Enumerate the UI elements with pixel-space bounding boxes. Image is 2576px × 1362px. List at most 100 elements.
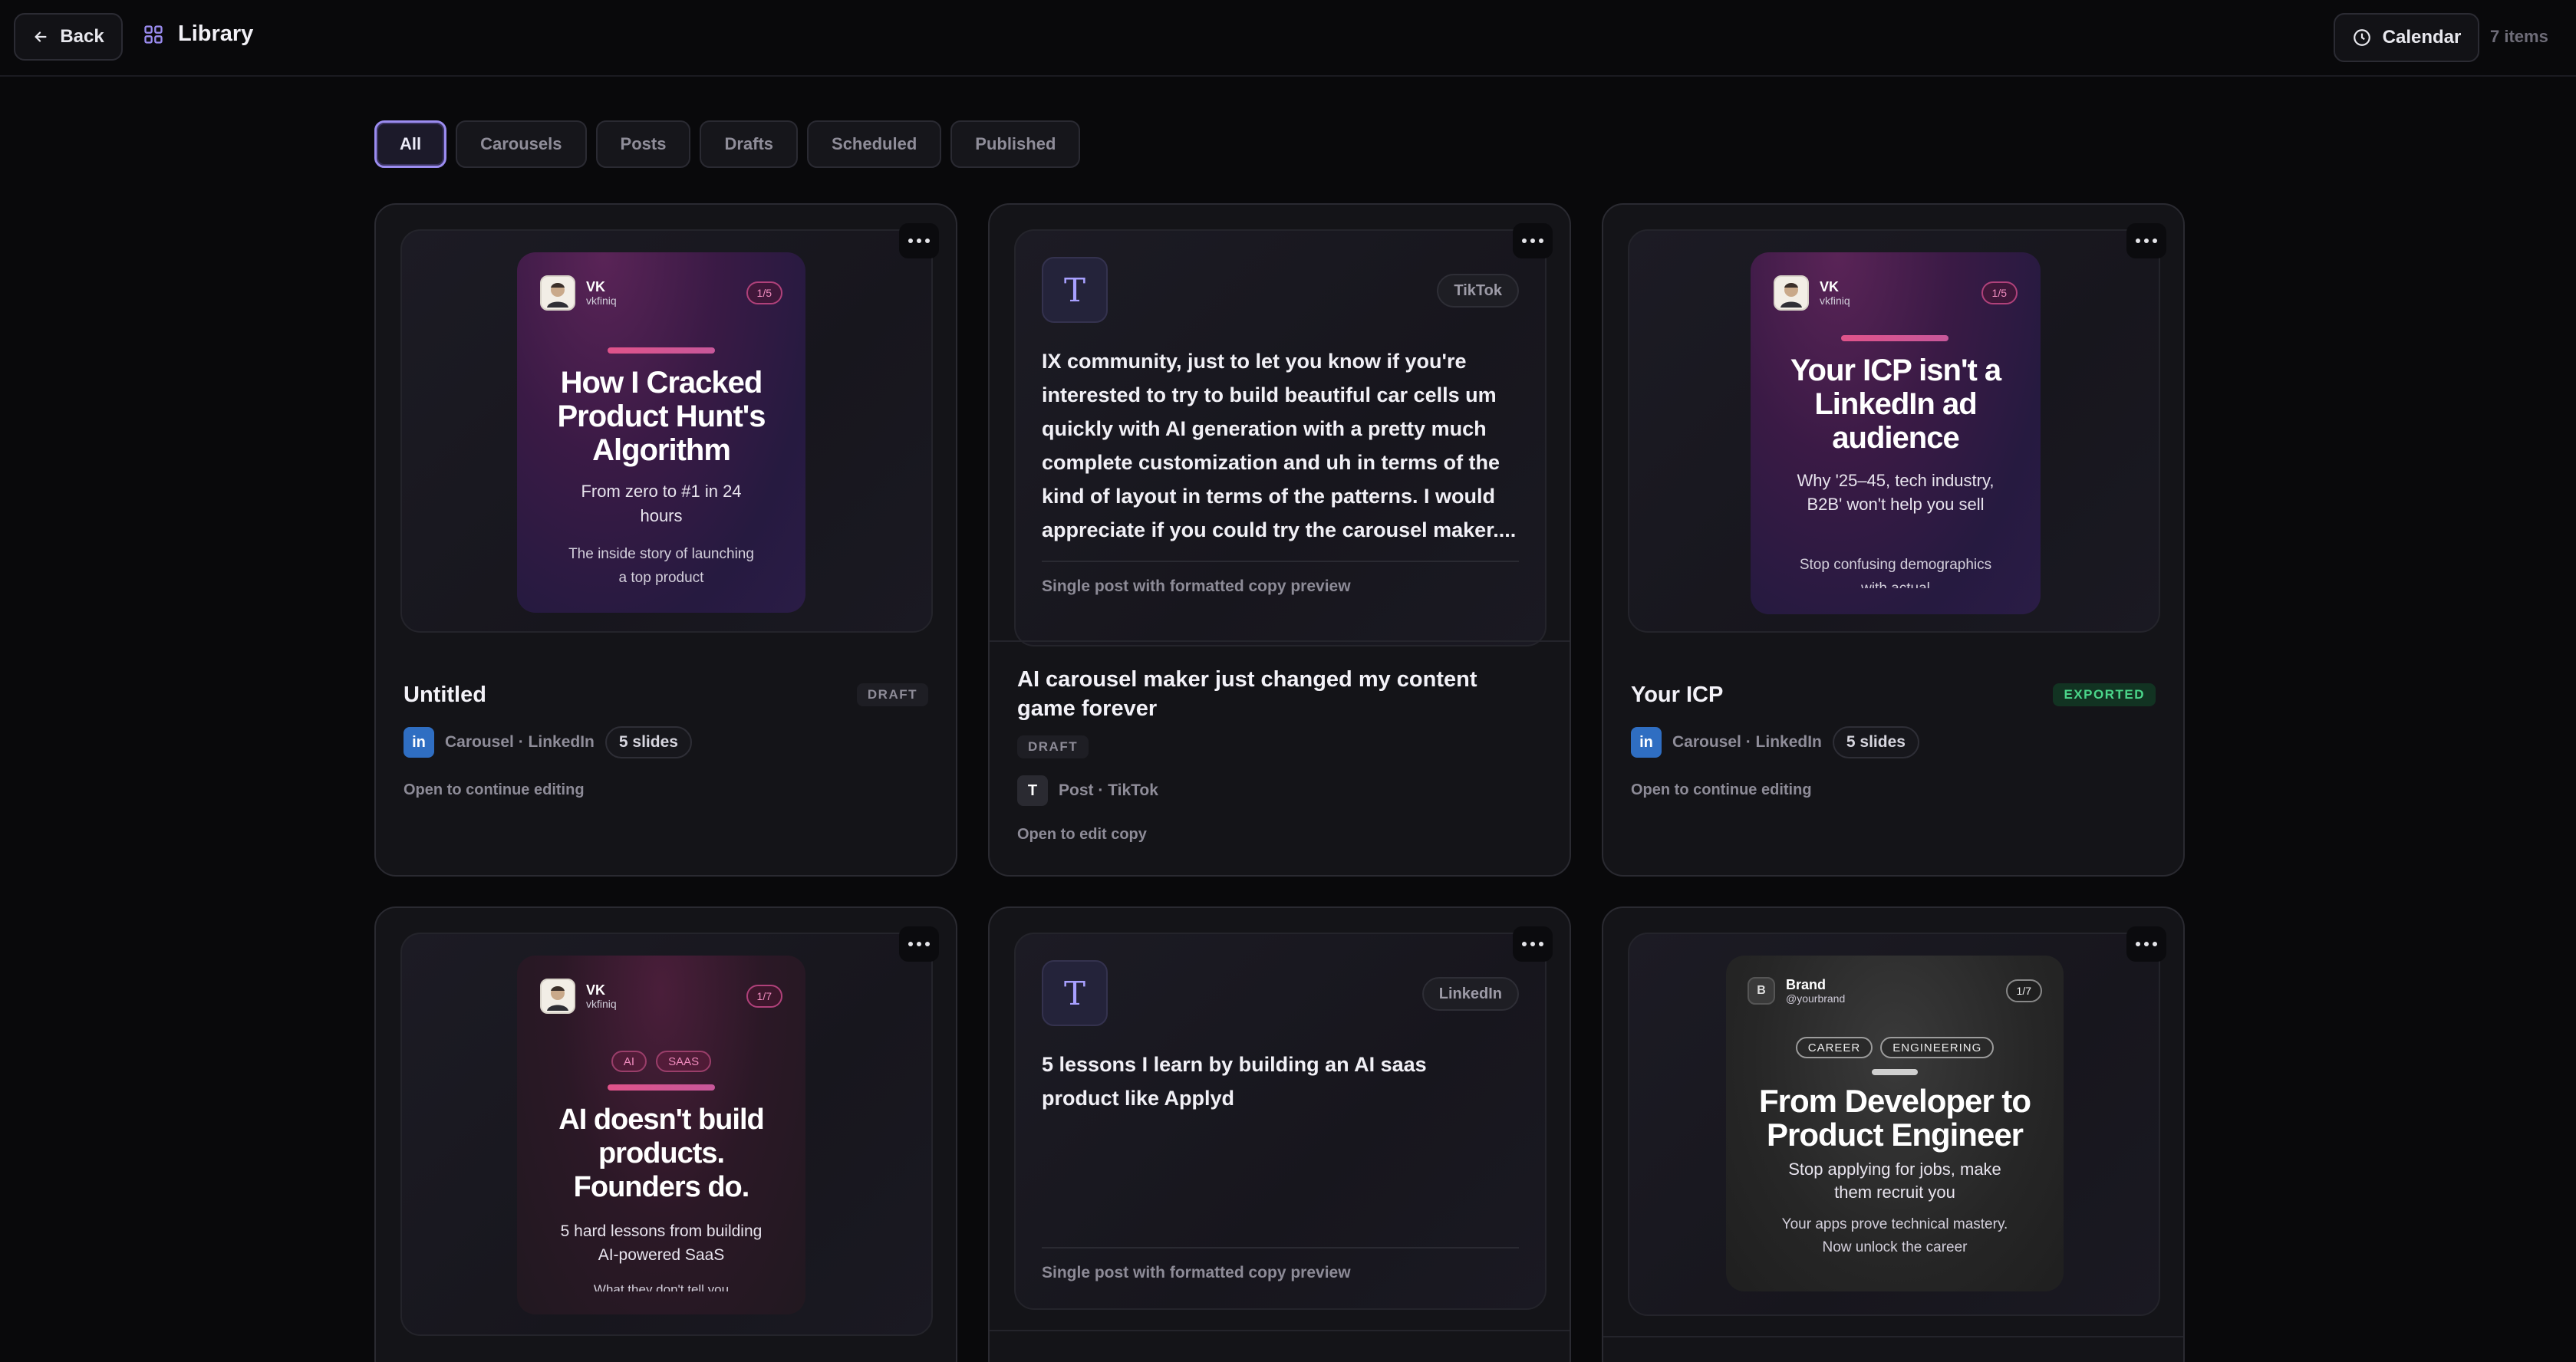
status-badge: DRAFT (856, 683, 928, 706)
arrow-left-icon (35, 31, 47, 42)
card-menu-button[interactable] (2126, 223, 2166, 258)
library-card[interactable]: VK vkfiniq 1/5 How I Cracked Product Hunt… (374, 203, 957, 877)
slide-subtitle: From zero to #1 in 24 hours (581, 482, 742, 525)
avatar-letter: B (1757, 984, 1766, 997)
divider (990, 1330, 1570, 1331)
slide-counter: 1/5 (1981, 281, 2018, 304)
calendar-button[interactable]: Calendar (2334, 13, 2479, 62)
tab-posts[interactable]: Posts (595, 120, 691, 168)
more-icon (2136, 239, 2157, 243)
clock-icon (2353, 29, 2370, 46)
tag: SAAS (656, 1051, 712, 1072)
tag-row: CAREER ENGINEERING (1726, 1037, 2064, 1058)
tab-scheduled[interactable]: Scheduled (807, 120, 942, 168)
slide-subtitle: Why '25–45, tech industry, B2B' won't he… (1797, 471, 1995, 514)
slide-title: Your ICP isn't a LinkedIn ad audience (1790, 354, 2001, 455)
slide-body: The inside story of launching a top prod… (568, 546, 754, 586)
library-card[interactable]: VK vkfiniq 1/7 AI SAAS AI doesn't build p… (374, 906, 957, 1362)
linkedin-icon: in (1631, 727, 1662, 758)
carousel-slide: VK vkfiniq 1/5 How I Cracked Product Hunt… (517, 252, 805, 613)
top-bar: Back Library Calendar 7 items (0, 0, 2576, 77)
card-meta: in Carousel · LinkedIn 5 slides (1631, 726, 1919, 758)
card-title: Your ICP (1631, 683, 1724, 707)
card-preview: VK vkfiniq 1/7 AI SAAS AI doesn't build p… (400, 933, 933, 1336)
grid-icon (144, 25, 163, 44)
card-menu-button[interactable] (899, 926, 939, 962)
divider (1603, 1336, 2183, 1337)
slide-title: AI doesn't build products. Founders do. (558, 1104, 764, 1203)
card-type: Carousel · LinkedIn (1672, 733, 1822, 751)
status-badge: DRAFT (1017, 735, 1089, 758)
slide-author: Brand (1786, 977, 1827, 992)
back-label: Back (60, 26, 104, 47)
tag: ENGINEERING (1880, 1037, 1995, 1058)
slide-subtitle: Stop applying for jobs, make them recrui… (1788, 1160, 2001, 1202)
library-card[interactable]: T TikTok IX community, just to let you k… (988, 203, 1571, 877)
slide-author: VK (1820, 279, 1840, 294)
tab-published[interactable]: Published (950, 120, 1081, 168)
card-type: Carousel · LinkedIn (445, 733, 595, 751)
accent-bar (1841, 335, 1948, 341)
card-preview: B Brand @yourbrand 1/7 CAREER ENGINEERING… (1628, 933, 2160, 1316)
slide-counter: 1/7 (2005, 979, 2042, 1002)
more-icon (1522, 239, 1543, 243)
avatar (540, 275, 575, 311)
person-icon (547, 986, 568, 1011)
library-card[interactable]: T LinkedIn 5 lessons I learn by building… (988, 906, 1571, 1362)
more-icon (2136, 942, 2157, 946)
library-card[interactable]: VK vkfiniq 1/5 Your ICP isn't a LinkedIn … (1602, 203, 2185, 877)
text-logo-icon: T (1042, 960, 1108, 1026)
slide-title: How I Cracked Product Hunt's Algorithm (557, 366, 766, 467)
linkedin-icon: in (404, 727, 434, 758)
slide-body: Your apps prove technical mastery. Now u… (1781, 1216, 2008, 1255)
card-menu-button[interactable] (1513, 926, 1553, 962)
slide-count: 5 slides (604, 726, 692, 758)
calendar-label: Calendar (2382, 27, 2462, 48)
brand-avatar: B (1748, 977, 1775, 1005)
card-title: Untitled (404, 683, 486, 707)
card-menu-button[interactable] (2126, 926, 2166, 962)
avatar (540, 979, 575, 1014)
person-icon (547, 283, 568, 308)
platform-pill: TikTok (1437, 274, 1519, 308)
slide-title: From Developer to Product Engineer (1758, 1083, 2031, 1153)
tab-all[interactable]: All (374, 120, 447, 168)
carousel-slide: B Brand @yourbrand 1/7 CAREER ENGINEERING… (1726, 956, 2064, 1291)
card-menu-button[interactable] (1513, 223, 1553, 258)
page-title: Library (143, 21, 253, 47)
slide-counter: 1/7 (746, 985, 782, 1008)
card-meta: T Post · TikTok (1017, 775, 1158, 806)
text-logo-icon: T (1042, 257, 1108, 323)
post-text: 5 lessons I learn by building an AI saas… (1042, 1053, 1427, 1110)
tag: CAREER (1795, 1037, 1873, 1058)
tab-drafts[interactable]: Drafts (700, 120, 799, 168)
item-count: 7 items (2490, 27, 2548, 46)
library-card[interactable]: B Brand @yourbrand 1/7 CAREER ENGINEERING… (1602, 906, 2185, 1362)
back-button[interactable]: Back (14, 13, 123, 61)
slide-handle: @yourbrand (1786, 992, 1846, 1005)
library-label: Library (178, 21, 254, 46)
slide-handle: vkfiniq (1820, 294, 1850, 307)
slide-body: Stop confusing demographics with actual (1799, 557, 1992, 588)
post-text: IX community, just to let you know if yo… (1042, 350, 1517, 541)
post-footer: Single post with formatted copy preview (1042, 561, 1519, 596)
slide-counter: 1/5 (746, 281, 782, 304)
more-icon (1522, 942, 1543, 946)
accent-bar (608, 1084, 715, 1091)
card-preview: VK vkfiniq 1/5 Your ICP isn't a LinkedIn … (1628, 229, 2160, 633)
tab-carousels[interactable]: Carousels (456, 120, 587, 168)
card-hint: Open to continue editing (1631, 781, 1812, 798)
carousel-slide: VK vkfiniq 1/5 Your ICP isn't a LinkedIn … (1751, 252, 2041, 614)
card-hint: Open to continue editing (404, 781, 585, 798)
card-menu-button[interactable] (899, 223, 939, 258)
accent-bar (1872, 1069, 1918, 1075)
more-icon (908, 942, 930, 946)
tag: AI (611, 1051, 647, 1072)
slide-author: VK (586, 279, 606, 294)
post-footer: Single post with formatted copy preview (1042, 1247, 1519, 1282)
platform-pill: LinkedIn (1421, 977, 1519, 1011)
slide-handle: vkfiniq (586, 998, 617, 1010)
person-icon (1780, 283, 1802, 308)
card-preview: VK vkfiniq 1/5 How I Cracked Product Hunt… (400, 229, 933, 633)
slide-body: What they don't tell you (593, 1282, 730, 1291)
